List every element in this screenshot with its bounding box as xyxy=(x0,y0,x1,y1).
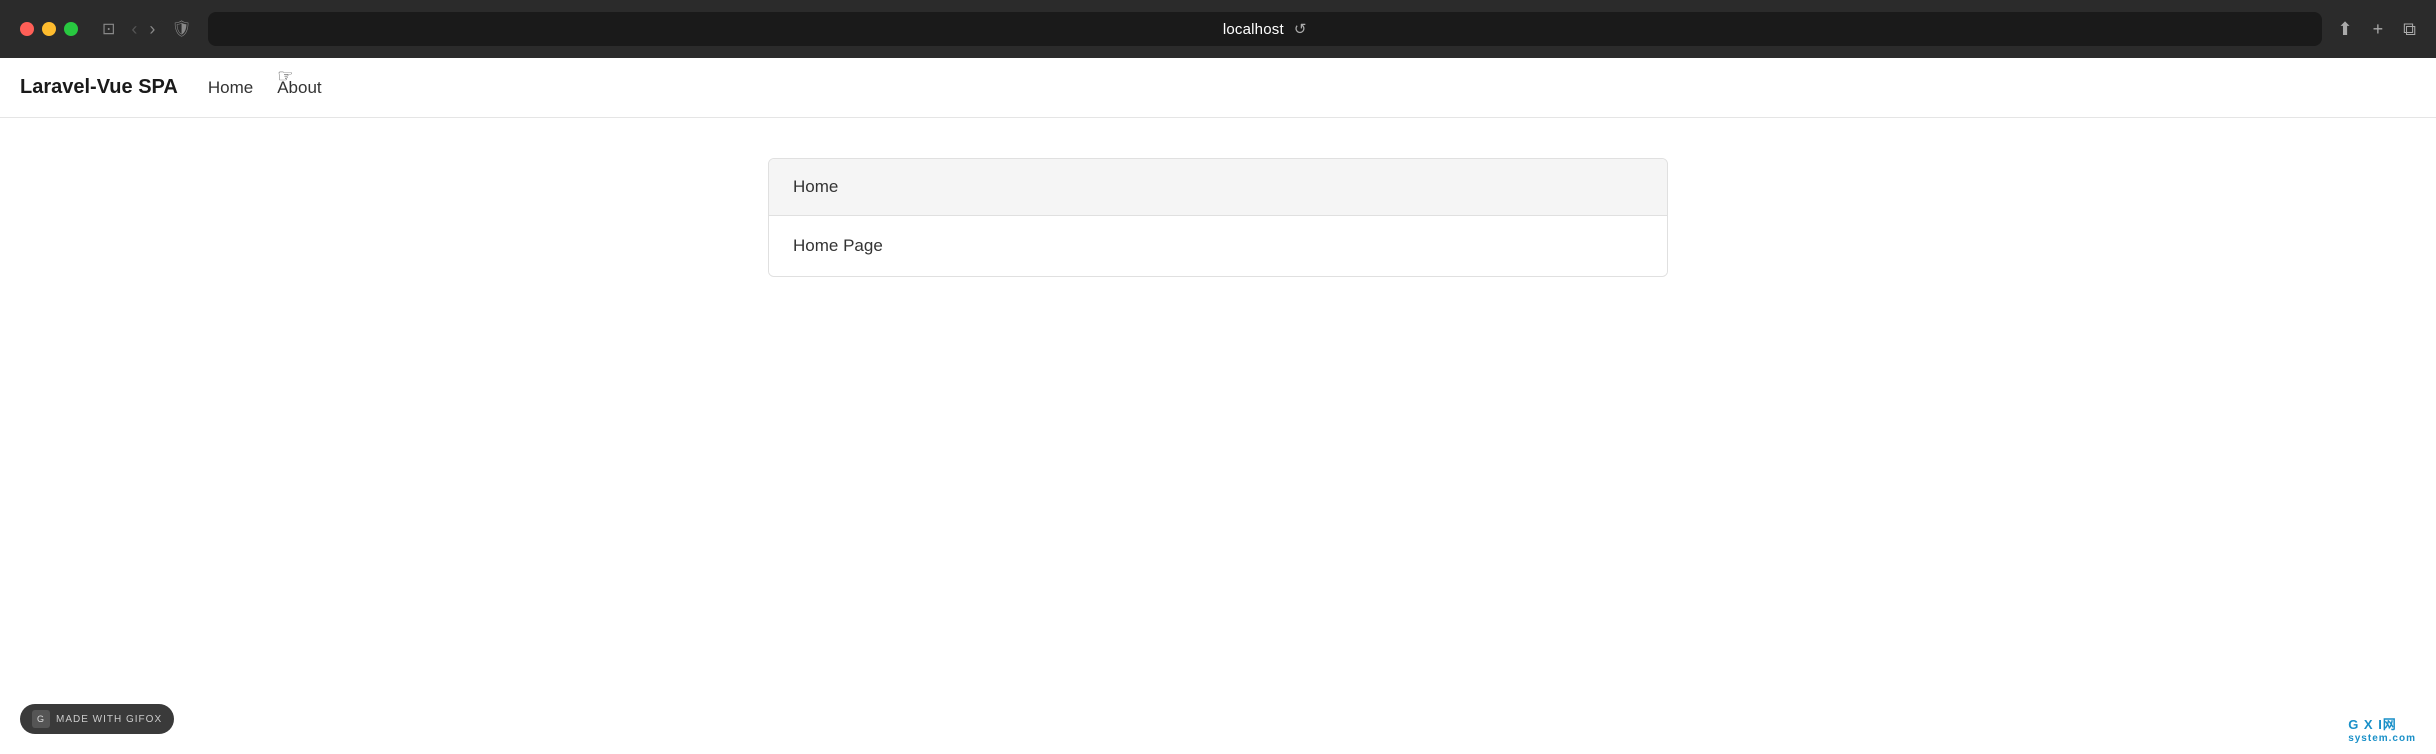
browser-actions: ⬆ + ⧉ xyxy=(2338,19,2416,40)
back-arrow-icon[interactable]: ‹ xyxy=(131,19,137,40)
card-body-text: Home Page xyxy=(793,236,883,255)
gxi-sub-label: system.com xyxy=(2348,733,2416,744)
shield-icon: 🛡 xyxy=(171,19,191,39)
main-content: Home Home Page xyxy=(0,118,2436,317)
nav-about-link[interactable]: ☞ About xyxy=(277,78,321,98)
gifox-icon: G xyxy=(32,710,50,728)
gifox-watermark: G MADE WITH GIFOX xyxy=(20,704,174,734)
app-content: Laravel-Vue SPA Home ☞ About Home Home P… xyxy=(0,58,2436,754)
card-body: Home Page xyxy=(769,216,1667,276)
reload-button[interactable]: ↺ xyxy=(1294,20,1307,38)
minimize-button[interactable] xyxy=(42,22,56,36)
app-navbar: Laravel-Vue SPA Home ☞ About xyxy=(0,58,2436,118)
gxi-watermark: G X I网 system.com xyxy=(2348,714,2416,744)
browser-chrome: ⊡ ‹ › 🛡 localhost ↺ ⬆ + ⧉ xyxy=(0,0,2436,58)
address-bar[interactable]: localhost ↺ xyxy=(208,12,2322,46)
nav-links: Home ☞ About xyxy=(208,78,322,98)
address-text: localhost xyxy=(1223,21,1284,38)
app-brand: Laravel-Vue SPA xyxy=(20,76,178,99)
share-icon[interactable]: ⬆ xyxy=(2338,19,2353,40)
traffic-lights xyxy=(20,22,78,36)
forward-arrow-icon[interactable]: › xyxy=(149,19,155,40)
close-button[interactable] xyxy=(20,22,34,36)
content-card: Home Home Page xyxy=(768,158,1668,277)
nav-arrows: ‹ › xyxy=(131,19,155,40)
new-tab-icon[interactable]: + xyxy=(2373,19,2384,40)
card-header: Home xyxy=(769,159,1667,216)
gxi-label: G X I网 xyxy=(2348,714,2416,733)
sidebar-toggle-icon[interactable]: ⊡ xyxy=(102,19,115,39)
nav-home-link[interactable]: Home xyxy=(208,78,253,98)
card-header-text: Home xyxy=(793,177,838,196)
maximize-button[interactable] xyxy=(64,22,78,36)
windows-icon[interactable]: ⧉ xyxy=(2403,19,2416,40)
watermark-label: MADE WITH GIFOX xyxy=(56,714,162,725)
